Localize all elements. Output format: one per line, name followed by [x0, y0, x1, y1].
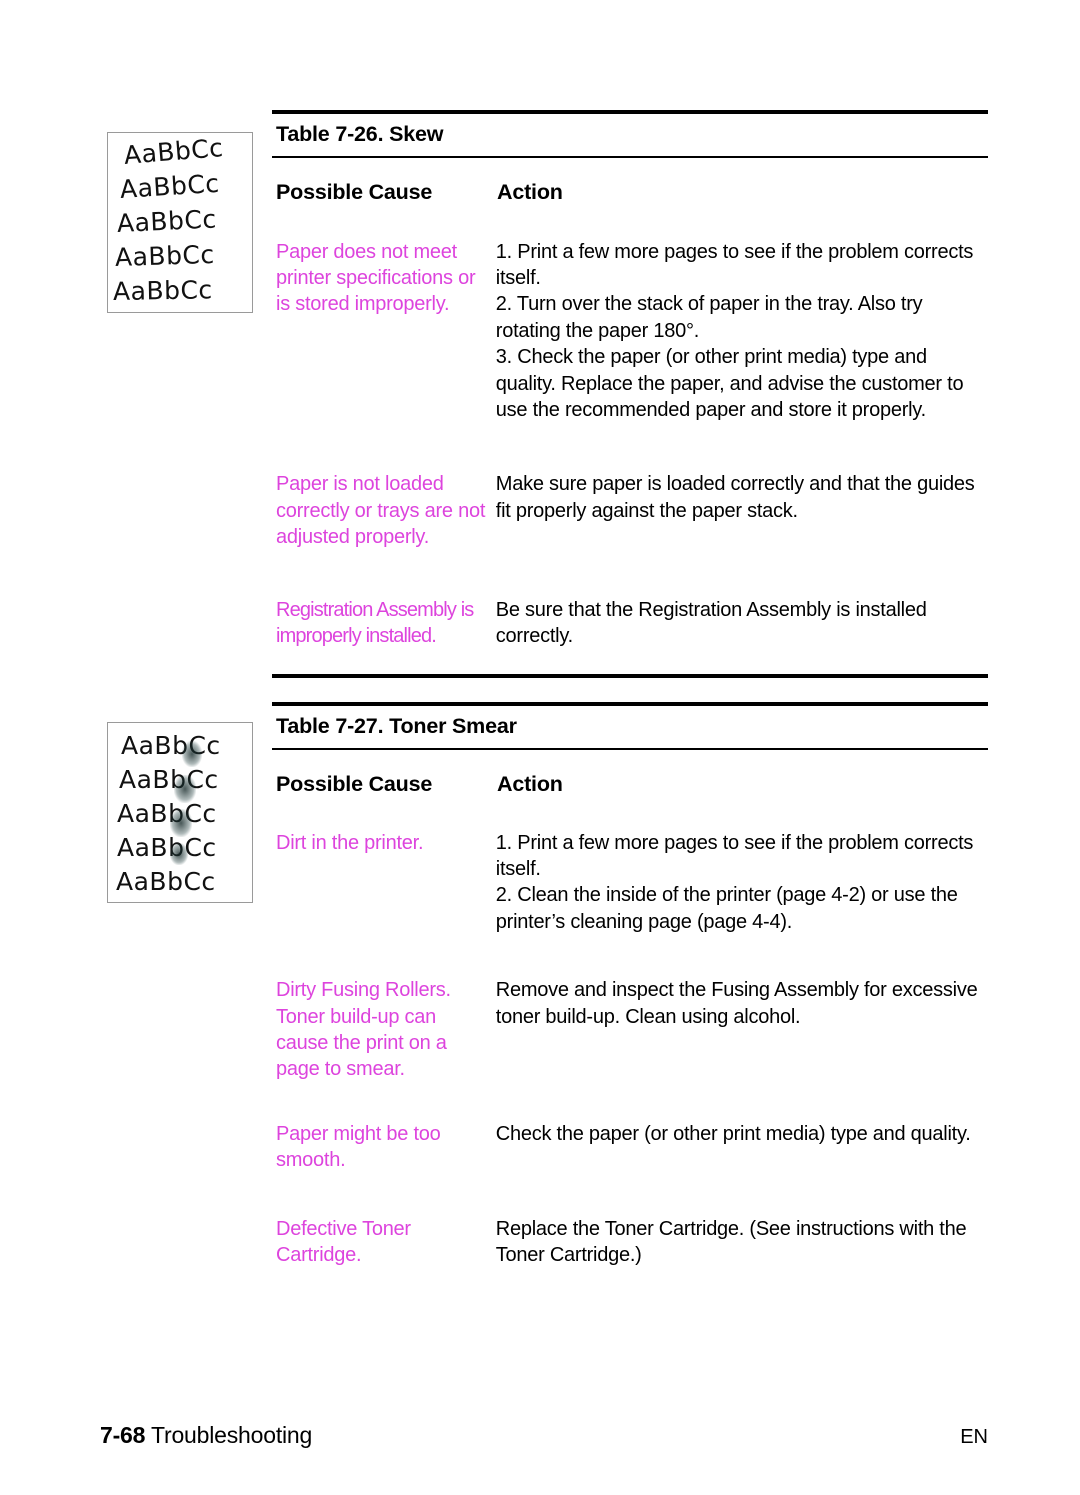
table-title: Table 7-27. Toner Smear: [276, 714, 517, 738]
column-header-action: Action: [497, 771, 563, 796]
cell-possible-cause: Dirt in the printer.: [276, 831, 424, 854]
row-gap: [272, 1083, 988, 1121]
row-gap: [272, 1174, 988, 1216]
sample-line: AaBbCc: [117, 799, 217, 828]
cell-possible-cause: Defective Toner Cartridge.: [276, 1217, 411, 1267]
cell-action: Replace the Toner Cartridge. (See instru…: [495, 1217, 967, 1267]
sample-line: AaBbCc: [116, 867, 216, 896]
cell-possible-cause: Paper is not loaded correctly or trays a…: [276, 473, 486, 549]
sample-line: AaBbCc: [119, 168, 221, 204]
sample-line: AaBbCc: [122, 133, 225, 170]
cell-possible-cause: Dirty Fusing Rollers. Toner build-up can…: [276, 979, 451, 1081]
document-page: AaBbCc AaBbCc AaBbCc AaBbCc AaBbCc AaBbC…: [0, 0, 1080, 1495]
sample-line: AaBbCc: [117, 833, 217, 862]
cell-possible-cause: Registration Assembly is improperly inst…: [276, 598, 474, 648]
table-row: Paper is not loaded correctly or trays a…: [272, 471, 988, 550]
cell-possible-cause: Paper does not meet printer specificatio…: [276, 240, 476, 316]
table-toner-smear: Table 7-27. Toner Smear Possible Cause A…: [272, 702, 988, 1269]
table-column-headers: Possible Cause Action: [272, 158, 988, 205]
cell-action: 1. Print a few more pages to see if the …: [495, 831, 974, 933]
row-gap: [272, 423, 988, 471]
column-header-possible-cause: Possible Cause: [276, 179, 433, 204]
cell-action: Remove and inspect the Fusing Assembly f…: [495, 979, 978, 1028]
table-row: Defective Toner Cartridge. Replace the T…: [272, 1216, 988, 1269]
table-row: Dirt in the printer. 1. Print a few more…: [272, 830, 988, 936]
row-gap: [272, 935, 988, 977]
row-gap: [272, 551, 988, 597]
table-row: Dirty Fusing Rollers. Toner build-up can…: [272, 977, 988, 1083]
table-bottom-rule: [272, 673, 988, 678]
table-title: Table 7-26. Skew: [276, 122, 444, 146]
cell-possible-cause: Paper might be too smooth.: [276, 1122, 441, 1172]
cell-action: Make sure paper is loaded correctly and …: [495, 473, 975, 522]
sample-line: AaBbCc: [112, 275, 213, 306]
skew-sample-image: AaBbCc AaBbCc AaBbCc AaBbCc AaBbCc: [107, 132, 253, 313]
column-header-possible-cause: Possible Cause: [276, 771, 433, 796]
row-gap: [272, 205, 988, 239]
row-gap: [272, 797, 988, 830]
footer-section-title: Troubleshooting: [151, 1422, 313, 1448]
table-row: Paper does not meet printer specificatio…: [272, 239, 988, 424]
footer-left: 7-68 Troubleshooting: [100, 1422, 312, 1449]
footer-page-number: 7-68: [100, 1422, 146, 1448]
table-row: Registration Assembly is improperly inst…: [272, 597, 988, 650]
page-footer: 7-68 Troubleshooting EN: [100, 1422, 988, 1449]
table-row: Paper might be too smooth. Check the pap…: [272, 1121, 988, 1174]
table-skew: Table 7-26. Skew Possible Cause Action P…: [272, 110, 988, 678]
table-column-headers: Possible Cause Action: [272, 750, 988, 797]
toner-smear-sample-image: AaBbCc AaBbCc AaBbCc AaBbCc AaBbCc: [107, 722, 253, 903]
cell-action: 1. Print a few more pages to see if the …: [495, 240, 974, 422]
column-header-action: Action: [497, 179, 563, 204]
sample-line: AaBbCc: [116, 204, 218, 238]
row-gap: [272, 650, 988, 674]
cell-action: Check the paper (or other print media) t…: [495, 1122, 971, 1145]
cell-action: Be sure that the Registration Assembly i…: [495, 598, 927, 648]
footer-language-code: EN: [960, 1426, 988, 1448]
sample-line: AaBbCc: [121, 731, 221, 760]
sample-line: AaBbCc: [119, 765, 219, 794]
sample-line: AaBbCc: [114, 239, 216, 272]
